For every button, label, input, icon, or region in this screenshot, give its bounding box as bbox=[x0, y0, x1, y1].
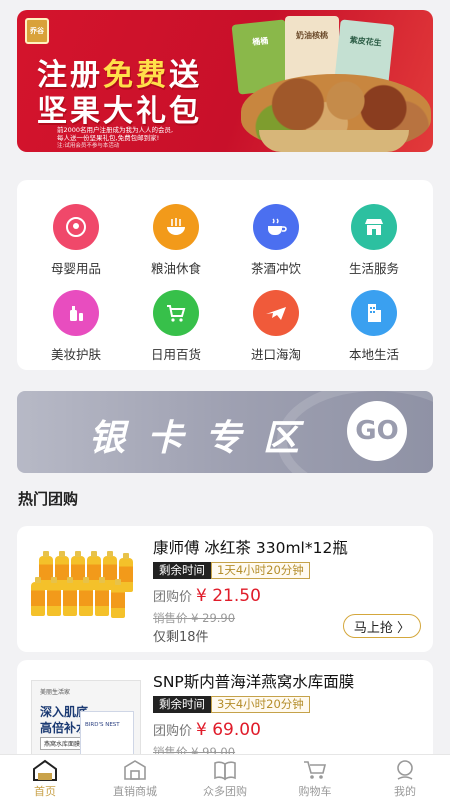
countdown-timer: 剩余时间 1天4小时20分钟 bbox=[153, 562, 310, 579]
timer-value: 3天4小时20分钟 bbox=[211, 696, 310, 713]
section-title-hot-group-buy: 热门团购 bbox=[18, 490, 79, 508]
product-image-ice-tea bbox=[29, 551, 147, 626]
product-card[interactable]: 美丽生活家 深入肌底 高倍补水 燕窝水库面膜 BIRD'S NEST SNP斯内… bbox=[17, 660, 433, 754]
stock-remaining: 仅剩18件 bbox=[153, 630, 209, 645]
tab-direct-mall[interactable]: 直销商城 bbox=[90, 755, 180, 800]
shop-icon bbox=[90, 759, 180, 781]
timer-value: 1天4小时20分钟 bbox=[211, 562, 310, 579]
silver-card-title: 银卡专区 bbox=[89, 418, 322, 459]
banner-headline-2: 坚果大礼包 bbox=[37, 94, 202, 129]
tab-label: 我的 bbox=[394, 785, 416, 798]
tab-group-buy[interactable]: 众多团购 bbox=[180, 755, 270, 800]
group-price: 团购价 ¥ 69.00 bbox=[153, 720, 261, 740]
mask-pack: BIRD'S NEST bbox=[80, 711, 134, 754]
category-label: 美妆护肤 bbox=[50, 347, 101, 362]
group-price-value: ¥ 21.50 bbox=[196, 586, 261, 606]
tab-label: 购物车 bbox=[298, 785, 332, 798]
category-item-daily-goods[interactable]: 日用百货 bbox=[131, 290, 221, 363]
category-item-tea-drinks[interactable]: 茶酒冲饮 bbox=[231, 204, 321, 277]
category-label: 进口海淘 bbox=[250, 347, 301, 362]
mask-text-3: 燕窝水库面膜 bbox=[40, 737, 85, 750]
tab-home[interactable]: 首页 bbox=[0, 755, 90, 800]
product-image-face-mask: 美丽生活家 深入肌底 高倍补水 燕窝水库面膜 BIRD'S NEST bbox=[31, 680, 141, 754]
cosmetics-icon bbox=[53, 290, 99, 336]
brand-logo: 乔谷 bbox=[25, 18, 49, 44]
nut-bag-label: 紫皮花生 bbox=[349, 35, 383, 48]
timer-label: 剩余时间 bbox=[153, 696, 211, 713]
nut-bag-label: 桶桶 bbox=[251, 36, 269, 47]
category-label: 本地生活 bbox=[348, 347, 399, 362]
profile-icon bbox=[360, 759, 450, 781]
buy-now-button[interactable]: 马上抢 〉 bbox=[342, 614, 421, 638]
tab-label: 直销商城 bbox=[113, 785, 157, 798]
category-item-local-life[interactable]: 本地生活 bbox=[329, 290, 419, 363]
countdown-timer: 剩余时间 3天4小时20分钟 bbox=[153, 696, 310, 713]
category-label: 日用百货 bbox=[150, 347, 201, 362]
group-price: 团购价 ¥ 21.50 bbox=[153, 586, 261, 606]
banner-note-3: 注:试用会员不参与本活动 bbox=[57, 143, 120, 149]
silver-card-banner[interactable]: 银卡专区 GO bbox=[17, 391, 433, 473]
category-item-baby[interactable]: 母婴用品 bbox=[31, 204, 121, 277]
tab-label: 首页 bbox=[34, 785, 56, 798]
group-price-label: 团购价 bbox=[153, 590, 193, 605]
category-label: 母婴用品 bbox=[50, 261, 101, 276]
group-price-value: ¥ 69.00 bbox=[196, 720, 261, 740]
product-card[interactable]: 康师傅 冰红茶 330ml*12瓶 剩余时间 1天4小时20分钟 团购价 ¥ 21… bbox=[17, 526, 433, 652]
nut-bag-label: 奶油核桃 bbox=[296, 31, 328, 40]
promo-banner[interactable]: 乔谷 注册免费送 坚果大礼包 前2000名用户注册成为我为人人的会员, 每人送一… bbox=[17, 10, 433, 152]
category-item-cosmetics[interactable]: 美妆护肤 bbox=[31, 290, 121, 363]
mask-brand: 美丽生活家 bbox=[40, 689, 71, 696]
product-name: SNP斯内普海洋燕窝水库面膜 bbox=[153, 673, 355, 691]
tab-cart[interactable]: 购物车 bbox=[270, 755, 360, 800]
category-item-grain-snacks[interactable]: 粮油休食 bbox=[131, 204, 221, 277]
group-price-label: 团购价 bbox=[153, 724, 193, 739]
category-item-import[interactable]: 进口海淘 bbox=[231, 290, 321, 363]
category-label: 粮油休食 bbox=[150, 261, 201, 276]
cart-icon bbox=[153, 290, 199, 336]
original-price: 销售价 ¥ 99.00 bbox=[153, 745, 236, 754]
go-button[interactable]: GO bbox=[347, 401, 407, 461]
airplane-icon bbox=[253, 290, 299, 336]
home-icon bbox=[0, 759, 90, 781]
category-label: 生活服务 bbox=[348, 261, 399, 276]
tab-profile[interactable]: 我的 bbox=[360, 755, 450, 800]
product-name: 康师傅 冰红茶 330ml*12瓶 bbox=[153, 539, 348, 557]
original-price: 销售价 ¥ 29.90 bbox=[153, 611, 236, 625]
noodle-bowl-icon bbox=[153, 204, 199, 250]
home-page: 乔谷 注册免费送 坚果大礼包 前2000名用户注册成为我为人人的会员, 每人送一… bbox=[0, 0, 450, 754]
book-icon bbox=[180, 759, 270, 781]
bottom-tab-bar: 首页 直销商城 众多团购 购物车 我的 bbox=[0, 754, 450, 800]
tab-label: 众多团购 bbox=[203, 785, 247, 798]
category-label: 茶酒冲饮 bbox=[250, 261, 301, 276]
building-icon bbox=[351, 290, 397, 336]
tea-cup-icon bbox=[253, 204, 299, 250]
mask-pack-text: BIRD'S NEST bbox=[85, 722, 120, 728]
basket-image bbox=[259, 130, 409, 152]
timer-label: 剩余时间 bbox=[153, 562, 211, 579]
category-grid: 母婴用品 粮油休食 茶酒冲饮 生活服务 美妆护肤 日用百货 进口海淘 本地生活 bbox=[17, 180, 433, 370]
cart-icon bbox=[270, 759, 360, 781]
store-icon bbox=[351, 204, 397, 250]
category-item-life-services[interactable]: 生活服务 bbox=[329, 204, 419, 277]
baby-icon bbox=[53, 204, 99, 250]
